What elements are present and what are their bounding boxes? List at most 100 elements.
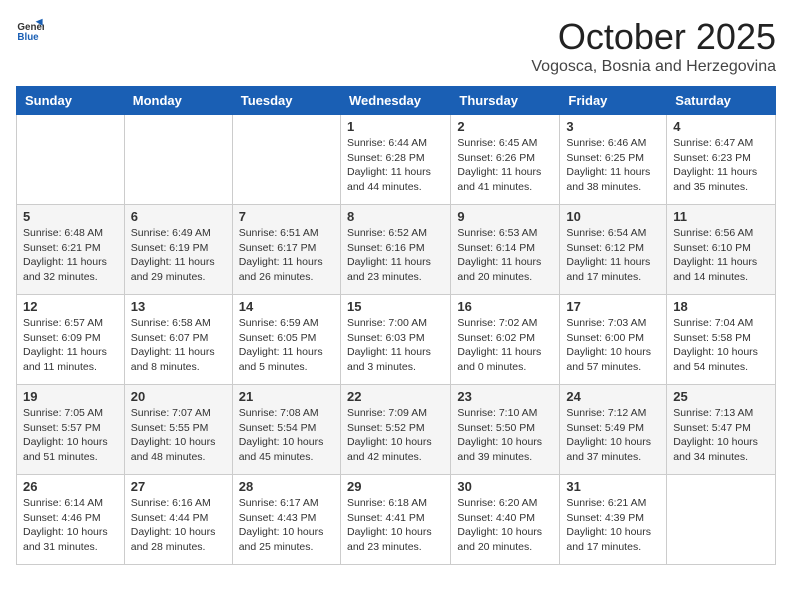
day-info: Sunset: 6:14 PM: [457, 241, 553, 256]
day-info: Sunrise: 6:59 AM: [239, 316, 334, 331]
weekday-header-row: SundayMondayTuesdayWednesdayThursdayFrid…: [17, 87, 776, 115]
day-info: Sunset: 6:28 PM: [347, 151, 444, 166]
calendar-cell: 10Sunrise: 6:54 AMSunset: 6:12 PMDayligh…: [560, 205, 667, 295]
day-info: and 45 minutes.: [239, 450, 334, 465]
day-info: Sunrise: 6:20 AM: [457, 496, 553, 511]
calendar-cell: 23Sunrise: 7:10 AMSunset: 5:50 PMDayligh…: [451, 385, 560, 475]
day-info: Sunrise: 7:05 AM: [23, 406, 118, 421]
calendar-cell: 7Sunrise: 6:51 AMSunset: 6:17 PMDaylight…: [232, 205, 340, 295]
day-info: Daylight: 11 hours: [457, 345, 553, 360]
day-info: Sunrise: 7:08 AM: [239, 406, 334, 421]
day-info: Sunrise: 7:00 AM: [347, 316, 444, 331]
day-info: Sunrise: 7:07 AM: [131, 406, 226, 421]
calendar-cell: 13Sunrise: 6:58 AMSunset: 6:07 PMDayligh…: [124, 295, 232, 385]
day-info: Sunrise: 6:49 AM: [131, 226, 226, 241]
day-info: and 44 minutes.: [347, 180, 444, 195]
day-info: Sunrise: 7:02 AM: [457, 316, 553, 331]
day-info: Sunrise: 6:52 AM: [347, 226, 444, 241]
day-info: Sunrise: 6:47 AM: [673, 136, 769, 151]
calendar-cell: 24Sunrise: 7:12 AMSunset: 5:49 PMDayligh…: [560, 385, 667, 475]
day-info: Sunset: 6:23 PM: [673, 151, 769, 166]
calendar-cell: 1Sunrise: 6:44 AMSunset: 6:28 PMDaylight…: [340, 115, 450, 205]
day-info: Sunset: 6:05 PM: [239, 331, 334, 346]
day-info: Daylight: 10 hours: [239, 525, 334, 540]
calendar-week-5: 26Sunrise: 6:14 AMSunset: 4:46 PMDayligh…: [17, 475, 776, 565]
day-info: Sunset: 4:40 PM: [457, 511, 553, 526]
day-number: 14: [239, 299, 334, 314]
day-number: 2: [457, 119, 553, 134]
day-number: 21: [239, 389, 334, 404]
weekday-header-thursday: Thursday: [451, 87, 560, 115]
calendar-cell: 2 Sunrise: 6:45 AMSunset: 6:26 PMDaylight…: [451, 115, 560, 205]
day-info: Sunset: 5:54 PM: [239, 421, 334, 436]
calendar-cell: [232, 115, 340, 205]
day-info: and 41 minutes.: [457, 180, 553, 195]
day-info: Sunset: 6:25 PM: [566, 151, 660, 166]
day-number: 25: [673, 389, 769, 404]
calendar-cell: 21Sunrise: 7:08 AMSunset: 5:54 PMDayligh…: [232, 385, 340, 475]
day-info: Sunset: 6:02 PM: [457, 331, 553, 346]
calendar-cell: 15Sunrise: 7:00 AMSunset: 6:03 PMDayligh…: [340, 295, 450, 385]
day-number: 23: [457, 389, 553, 404]
calendar-cell: 22Sunrise: 7:09 AMSunset: 5:52 PMDayligh…: [340, 385, 450, 475]
day-info: Daylight: 11 hours: [23, 345, 118, 360]
day-info: Sunset: 6:12 PM: [566, 241, 660, 256]
location-title: Vogosca, Bosnia and Herzegovina: [531, 58, 776, 76]
day-info: Sunrise: 6:18 AM: [347, 496, 444, 511]
day-info: Sunset: 4:39 PM: [566, 511, 660, 526]
day-info: Daylight: 10 hours: [131, 435, 226, 450]
day-number: 20: [131, 389, 226, 404]
day-number: 5: [23, 209, 118, 224]
day-info: Sunset: 6:26 PM: [457, 151, 553, 166]
day-info: Daylight: 10 hours: [23, 525, 118, 540]
day-info: and 28 minutes.: [131, 540, 226, 555]
day-number: 19: [23, 389, 118, 404]
day-info: Sunrise: 6:48 AM: [23, 226, 118, 241]
logo: General Blue: [16, 16, 44, 44]
day-info: Sunrise: 6:21 AM: [566, 496, 660, 511]
day-info: Sunset: 4:44 PM: [131, 511, 226, 526]
day-info: Sunset: 6:21 PM: [23, 241, 118, 256]
day-number: 30: [457, 479, 553, 494]
weekday-header-saturday: Saturday: [667, 87, 776, 115]
day-info: and 48 minutes.: [131, 450, 226, 465]
day-number: 10: [566, 209, 660, 224]
day-info: Sunset: 6:03 PM: [347, 331, 444, 346]
day-info: and 25 minutes.: [239, 540, 334, 555]
day-info: Sunset: 6:16 PM: [347, 241, 444, 256]
day-info: Daylight: 10 hours: [347, 435, 444, 450]
day-info: Daylight: 11 hours: [347, 345, 444, 360]
day-info: Sunset: 6:00 PM: [566, 331, 660, 346]
page-header: General Blue October 2025 Vogosca, Bosni…: [16, 16, 776, 76]
day-info: and 31 minutes.: [23, 540, 118, 555]
day-info: Sunset: 5:52 PM: [347, 421, 444, 436]
calendar-cell: 12Sunrise: 6:57 AMSunset: 6:09 PMDayligh…: [17, 295, 125, 385]
day-info: Sunrise: 7:04 AM: [673, 316, 769, 331]
day-info: and 29 minutes.: [131, 270, 226, 285]
day-info: Daylight: 11 hours: [457, 255, 553, 270]
weekday-header-sunday: Sunday: [17, 87, 125, 115]
day-info: Sunrise: 6:14 AM: [23, 496, 118, 511]
day-info: Daylight: 10 hours: [457, 435, 553, 450]
calendar-cell: 6Sunrise: 6:49 AMSunset: 6:19 PMDaylight…: [124, 205, 232, 295]
day-info: Daylight: 11 hours: [347, 165, 444, 180]
day-info: Sunrise: 6:45 AM: [457, 136, 553, 151]
day-info: Sunrise: 6:51 AM: [239, 226, 334, 241]
day-info: Daylight: 11 hours: [131, 345, 226, 360]
day-info: and 32 minutes.: [23, 270, 118, 285]
day-info: and 17 minutes.: [566, 540, 660, 555]
day-info: and 14 minutes.: [673, 270, 769, 285]
day-info: Sunrise: 6:57 AM: [23, 316, 118, 331]
day-info: and 8 minutes.: [131, 360, 226, 375]
calendar-cell: [124, 115, 232, 205]
day-info: Daylight: 11 hours: [131, 255, 226, 270]
calendar-cell: 18Sunrise: 7:04 AMSunset: 5:58 PMDayligh…: [667, 295, 776, 385]
day-info: Daylight: 10 hours: [566, 435, 660, 450]
day-info: Daylight: 10 hours: [347, 525, 444, 540]
day-info: Daylight: 11 hours: [457, 165, 553, 180]
calendar-cell: 27Sunrise: 6:16 AMSunset: 4:44 PMDayligh…: [124, 475, 232, 565]
day-info: Sunset: 5:55 PM: [131, 421, 226, 436]
day-info: Daylight: 11 hours: [239, 345, 334, 360]
calendar-cell: 30Sunrise: 6:20 AMSunset: 4:40 PMDayligh…: [451, 475, 560, 565]
day-info: Sunset: 4:46 PM: [23, 511, 118, 526]
